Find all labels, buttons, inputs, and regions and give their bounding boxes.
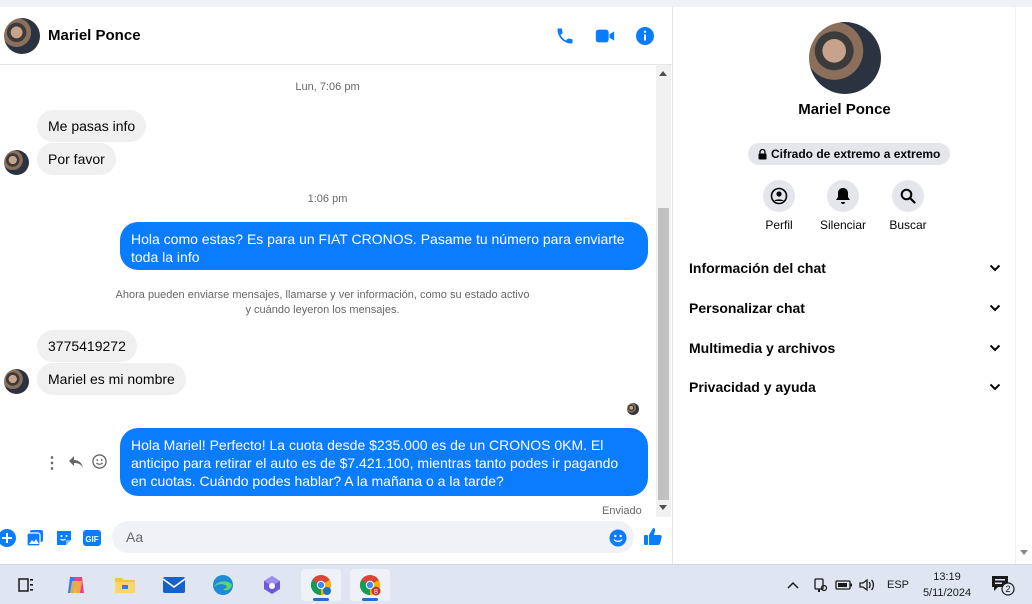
time-separator: Lun, 7:06 pm: [295, 81, 360, 93]
reply-icon[interactable]: [68, 455, 84, 474]
svg-text:B: B: [374, 590, 378, 596]
notification-count: 2: [1005, 584, 1010, 594]
encryption-badge[interactable]: Cifrado de extremo a extremo: [748, 143, 951, 165]
message-actions: ⋮: [44, 454, 107, 474]
show-hidden-icons[interactable]: [786, 565, 800, 604]
chevron-down-icon: [989, 383, 1001, 391]
contact-avatar[interactable]: [4, 18, 40, 54]
mute-action-label: Silenciar: [819, 218, 867, 232]
details-contact-name: Mariel Ponce: [798, 101, 891, 118]
search-action-label: Buscar: [889, 218, 927, 232]
bell-icon[interactable]: [827, 180, 859, 212]
system-notice: Ahora pueden enviarse mensajes, llamarse…: [100, 288, 545, 318]
outgoing-message[interactable]: Hola Mariel! Perfecto! La cuota desde $2…: [120, 428, 648, 496]
sent-status: Enviado: [602, 505, 642, 517]
message-list: Lun, 7:06 pm Me pasas info Por favor 1:0…: [0, 65, 655, 517]
chat-header: Mariel Ponce: [0, 7, 673, 65]
encryption-badge-label: Cifrado de extremo a extremo: [771, 147, 941, 161]
section-chat-info[interactable]: Información del chat: [689, 256, 1001, 280]
chat-panel: Mariel Ponce Lun, 7:06 pm Me pasas info …: [0, 7, 673, 564]
photo-icon[interactable]: [25, 528, 45, 548]
composer: GIF Aa: [0, 517, 673, 564]
chat-details-panel: Mariel Ponce Cifrado de extremo a extrem…: [674, 7, 1015, 564]
language-indicator[interactable]: ESP: [887, 565, 909, 604]
volume-icon[interactable]: [858, 565, 876, 604]
chevron-down-icon: [989, 264, 1001, 272]
scroll-down-arrow[interactable]: [1020, 550, 1028, 555]
incoming-message[interactable]: Por favor: [37, 143, 116, 175]
contact-avatar-small: [4, 150, 29, 175]
mute-action[interactable]: Silenciar: [813, 180, 873, 232]
outgoing-message[interactable]: Hola como estas? Es para un FIAT CRONOS.…: [120, 222, 648, 270]
search-icon[interactable]: [892, 180, 924, 212]
scroll-down-arrow[interactable]: [659, 505, 667, 510]
copilot-icon[interactable]: [56, 569, 96, 601]
system-notice-line: y cuándo leyeron los mensajes.: [245, 304, 400, 316]
clock-time: 13:19: [933, 571, 961, 583]
profile-icon[interactable]: [763, 180, 795, 212]
contact-avatar-large[interactable]: [809, 22, 881, 94]
chrome-icon[interactable]: [301, 569, 341, 601]
search-action[interactable]: Buscar: [878, 180, 938, 232]
profile-action-label: Perfil: [765, 218, 793, 232]
section-privacy-help[interactable]: Privacidad y ayuda: [689, 375, 1001, 399]
section-customize-chat[interactable]: Personalizar chat: [689, 296, 1001, 320]
system-notice-line: Ahora pueden enviarse mensajes, llamarse…: [115, 289, 530, 301]
incoming-message[interactable]: Mariel es mi nombre: [37, 363, 186, 395]
video-call-icon[interactable]: [594, 25, 616, 47]
react-icon[interactable]: [92, 454, 107, 474]
chevron-down-icon: [989, 344, 1001, 352]
clock-date: 5/11/2024: [922, 587, 972, 599]
contact-name[interactable]: Mariel Ponce: [48, 27, 141, 44]
lock-icon: [758, 148, 767, 159]
svg-text:GIF: GIF: [85, 535, 98, 544]
section-label: Información del chat: [689, 260, 826, 276]
message-input-placeholder: Aa: [126, 529, 144, 545]
sticker-icon[interactable]: [54, 528, 74, 548]
app-icon[interactable]: [252, 569, 292, 601]
chevron-up-icon[interactable]: [786, 580, 800, 590]
top-strip: [0, 0, 1032, 7]
clock[interactable]: 13:19 5/11/2024: [912, 569, 982, 601]
seen-indicator-avatar: [627, 403, 639, 415]
chrome-profile-icon[interactable]: B: [350, 569, 390, 601]
more-options-icon[interactable]: ⋮: [44, 456, 60, 472]
battery-icon[interactable]: [835, 565, 853, 604]
section-label: Multimedia y archivos: [689, 340, 836, 356]
taskbar: B ESP 13:19 5/11/2024 2: [0, 564, 1032, 604]
phone-icon[interactable]: [554, 25, 576, 47]
section-media-files[interactable]: Multimedia y archivos: [689, 336, 1001, 360]
gif-icon[interactable]: GIF: [82, 528, 102, 548]
notifications-icon[interactable]: 2: [990, 565, 1016, 604]
emoji-icon[interactable]: [608, 528, 628, 548]
scroll-thumb[interactable]: [658, 208, 669, 500]
file-explorer-icon[interactable]: [105, 569, 145, 601]
like-icon[interactable]: [643, 527, 663, 547]
scroll-up-arrow[interactable]: [659, 71, 667, 76]
section-label: Privacidad y ayuda: [689, 379, 816, 395]
incoming-message[interactable]: 3775419272: [37, 330, 137, 362]
task-view-icon[interactable]: [6, 569, 46, 601]
plus-icon[interactable]: [0, 528, 17, 548]
chevron-down-icon: [989, 304, 1001, 312]
window-scrollbar[interactable]: [1015, 7, 1032, 564]
profile-action[interactable]: Perfil: [749, 180, 809, 232]
contact-avatar-small: [4, 369, 29, 394]
incoming-message[interactable]: Me pasas info: [37, 110, 147, 142]
info-icon[interactable]: [634, 25, 656, 47]
time-separator: 1:06 pm: [307, 193, 348, 205]
network-icon[interactable]: [812, 565, 828, 604]
scrollbar[interactable]: [656, 65, 671, 517]
message-input[interactable]: Aa: [112, 521, 634, 553]
edge-icon[interactable]: [203, 569, 243, 601]
section-label: Personalizar chat: [689, 300, 805, 316]
mail-icon[interactable]: [154, 569, 194, 601]
screen: Mariel Ponce Lun, 7:06 pm Me pasas info …: [0, 0, 1032, 604]
